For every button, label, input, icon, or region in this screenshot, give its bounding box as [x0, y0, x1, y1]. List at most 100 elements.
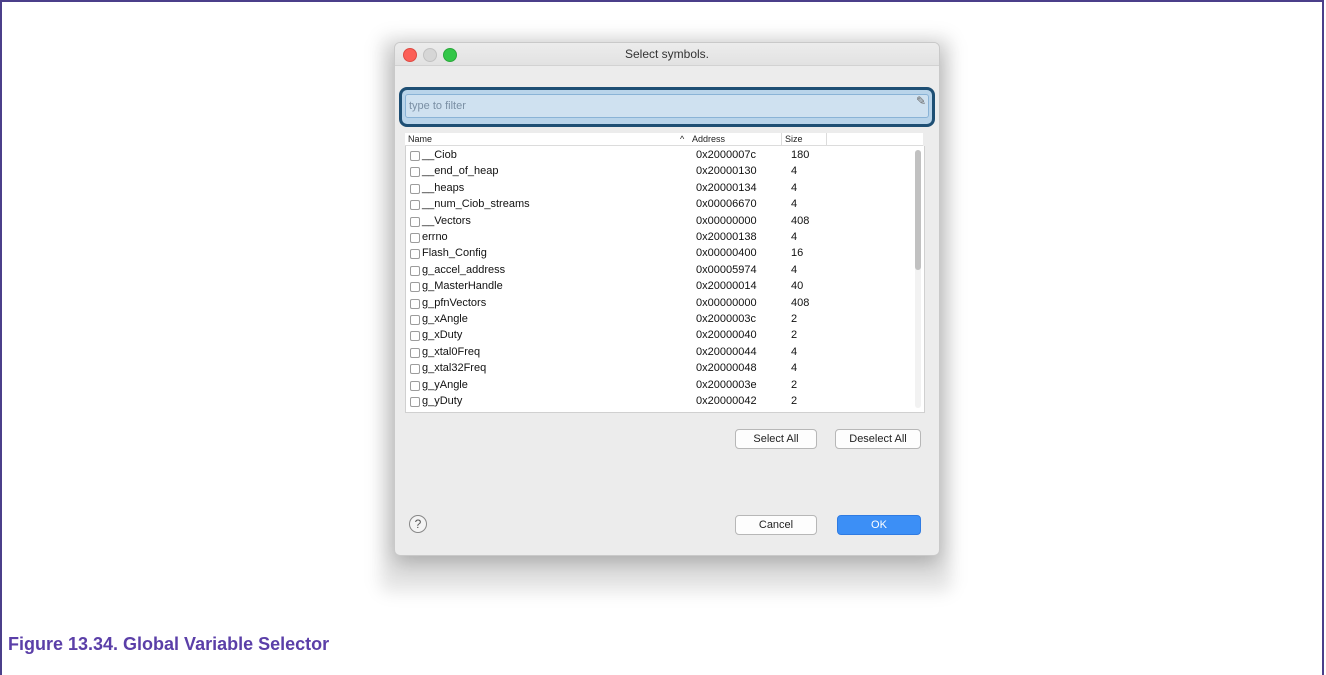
row-checkbox[interactable] — [410, 298, 420, 309]
row-checkbox[interactable] — [410, 331, 420, 342]
vertical-scrollbar[interactable] — [915, 150, 921, 408]
row-checkbox[interactable] — [410, 397, 420, 407]
filter-input[interactable]: type to filter — [405, 94, 929, 118]
symbol-address: 0x00005974 — [696, 263, 757, 276]
table-row[interactable]: g_xtal32Freq 0x20000048 4 — [406, 361, 911, 377]
table-row[interactable]: g_xtal0Freq 0x20000044 4 — [406, 345, 911, 361]
symbol-address: 0x00000000 — [696, 214, 757, 227]
row-checkbox[interactable] — [410, 282, 420, 293]
column-header-name[interactable]: Name — [408, 134, 432, 144]
ok-button[interactable]: OK — [837, 515, 921, 535]
row-checkbox[interactable] — [410, 151, 420, 161]
row-checkbox[interactable] — [410, 265, 420, 276]
column-header-size[interactable]: Size — [785, 134, 803, 144]
symbol-size: 408 — [791, 214, 810, 227]
select-all-button[interactable]: Select All — [735, 429, 817, 449]
symbol-address: 0x2000007c — [696, 149, 756, 161]
symbol-address: 0x20000138 — [696, 231, 757, 243]
symbol-address: 0x20000048 — [696, 362, 757, 375]
row-checkbox[interactable] — [410, 216, 420, 227]
symbol-name: g_xDuty — [422, 329, 463, 342]
table-row[interactable]: __Ciob 0x2000007c 180 — [406, 148, 911, 164]
symbol-size: 4 — [791, 198, 798, 211]
table-row[interactable]: __end_of_heap 0x20000130 4 — [406, 164, 911, 180]
symbol-size: 4 — [791, 165, 798, 178]
row-checkbox[interactable] — [410, 200, 420, 211]
row-checkbox[interactable] — [410, 233, 420, 243]
symbol-size: 4 — [791, 362, 798, 375]
symbol-name: __num_Ciob_streams — [422, 198, 530, 211]
row-checkbox[interactable] — [410, 380, 420, 391]
table-row[interactable]: g_xDuty 0x20000040 2 — [406, 328, 911, 344]
symbol-name: g_pfnVectors — [422, 296, 487, 309]
table-row[interactable]: g_xAngle 0x2000003c 2 — [406, 312, 911, 328]
symbol-name: g_accel_address — [422, 263, 506, 276]
table-row[interactable]: g_pfnVectors 0x00000000 408 — [406, 296, 911, 312]
symbol-name: g_xtal32Freq — [422, 362, 487, 375]
symbol-name: g_xAngle — [422, 313, 468, 325]
row-checkbox[interactable] — [410, 167, 420, 178]
table-row[interactable]: __heaps 0x20000134 4 — [406, 181, 911, 197]
symbol-name: g_MasterHandle — [422, 280, 503, 293]
minimize-window-button[interactable] — [423, 48, 437, 62]
row-checkbox[interactable] — [410, 364, 420, 375]
symbol-name: Flash_Config — [422, 247, 487, 260]
symbol-size: 2 — [791, 329, 798, 342]
symbol-name: g_yDuty — [422, 395, 463, 407]
symbol-address: 0x20000014 — [696, 280, 757, 293]
row-checkbox[interactable] — [410, 315, 420, 325]
table-row[interactable]: __num_Ciob_streams 0x00006670 4 — [406, 197, 911, 213]
zoom-window-button[interactable] — [443, 48, 457, 62]
symbol-address: 0x20000040 — [696, 329, 757, 342]
symbol-size: 2 — [791, 313, 798, 325]
column-separator — [826, 133, 827, 145]
column-separator — [781, 133, 782, 145]
select-symbols-dialog: Select symbols. type to filter ✎ Name ^ … — [394, 42, 940, 556]
symbol-address: 0x20000044 — [696, 345, 757, 358]
row-checkbox[interactable] — [410, 347, 420, 358]
cancel-button[interactable]: Cancel — [735, 515, 817, 535]
symbol-address: 0x20000134 — [696, 181, 757, 194]
scrollbar-thumb[interactable] — [915, 150, 921, 270]
column-header-address[interactable]: Address — [692, 134, 725, 144]
symbol-address: 0x00006670 — [696, 198, 757, 211]
symbol-name: errno — [422, 231, 448, 243]
dialog-title: Select symbols. — [624, 47, 710, 61]
symbol-size: 2 — [791, 395, 798, 407]
deselect-all-button[interactable]: Deselect All — [835, 429, 921, 449]
table-row[interactable]: g_accel_address 0x00005974 4 — [406, 263, 911, 279]
table-row[interactable]: g_MasterHandle 0x20000014 40 — [406, 279, 911, 295]
symbol-size: 408 — [791, 296, 810, 309]
symbol-name: __Vectors — [422, 214, 471, 227]
titlebar: Select symbols. — [395, 43, 939, 66]
table-row[interactable]: g_yDuty 0x20000042 2 — [406, 394, 911, 410]
help-icon[interactable]: ? — [409, 515, 427, 533]
symbol-address: 0x2000003c — [696, 313, 756, 325]
table-row[interactable]: g_yAngle 0x2000003e 2 — [406, 378, 911, 394]
figure-caption: Figure 13.34. Global Variable Selector — [8, 634, 330, 654]
sort-ascending-icon: ^ — [680, 134, 685, 144]
table-row[interactable]: errno 0x20000138 4 — [406, 230, 911, 246]
table-header: Name ^ Address Size — [405, 133, 923, 146]
symbol-name: g_xtal0Freq — [422, 345, 481, 358]
symbol-address: 0x20000042 — [696, 395, 757, 407]
symbol-name: __heaps — [422, 181, 465, 194]
row-checkbox[interactable] — [410, 183, 420, 194]
symbol-size: 4 — [791, 345, 798, 358]
symbol-size: 4 — [791, 263, 798, 276]
symbol-size: 2 — [791, 378, 798, 391]
clear-icon[interactable]: ✎ — [916, 94, 926, 108]
symbols-table: __Ciob 0x2000007c 180 __end_of_heap 0x200001… — [405, 146, 925, 413]
symbol-address: 0x00000000 — [696, 296, 757, 309]
symbol-name: g_yAngle — [422, 378, 468, 391]
row-checkbox[interactable] — [410, 249, 420, 260]
filter-focus-ring: type to filter ✎ — [399, 87, 935, 127]
symbol-address: 0x00000400 — [696, 247, 757, 260]
table-row[interactable]: __Vectors 0x00000000 408 — [406, 214, 911, 230]
symbol-size: 4 — [791, 231, 798, 243]
table-row[interactable]: Flash_Config 0x00000400 16 — [406, 246, 911, 262]
symbol-address: 0x2000003e — [696, 378, 757, 391]
symbol-name: __end_of_heap — [422, 165, 499, 178]
symbol-size: 16 — [791, 247, 804, 260]
close-window-button[interactable] — [403, 48, 417, 62]
